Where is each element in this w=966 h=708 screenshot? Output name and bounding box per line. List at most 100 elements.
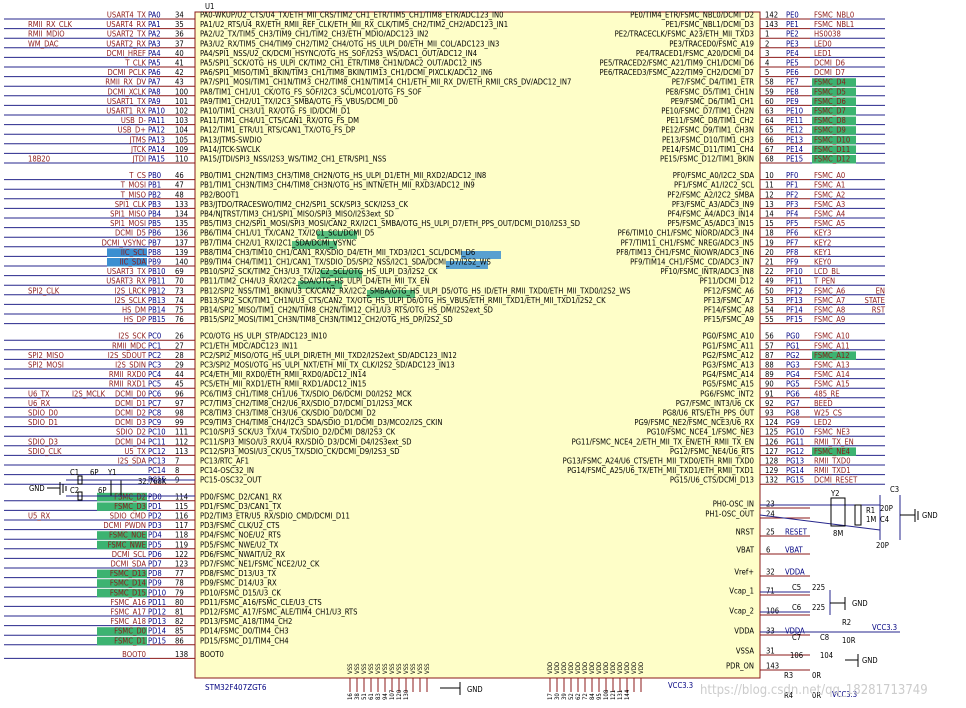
port-label: PC1 — [148, 341, 161, 350]
pin-number: 125 — [765, 428, 778, 437]
net-label: RMII_TXD1 — [814, 466, 851, 475]
vdd-label: VDD — [568, 662, 575, 674]
pin-function: PA4/SPI1_NSS/U2_CK/DCMI_HSYNC/OTG_HS_SOF… — [200, 49, 477, 58]
pin-function: PF9/TIM14_CH1/FSMC_CD/ADC3_IN7 — [630, 258, 754, 267]
port-label: PE13 — [786, 135, 803, 144]
net-label: FSMC_D10 — [814, 135, 850, 144]
port-label: PG11 — [786, 437, 804, 446]
pin-number: 63 — [765, 107, 774, 116]
pin-number: 98 — [175, 409, 184, 418]
pin-number: 105 — [175, 135, 188, 144]
pin-function: PE1/FSMC_NBL1/DCMI_D3 — [665, 20, 754, 29]
net-label: FSMC_NBL1 — [814, 20, 854, 29]
net-label: FSMC_A11 — [814, 341, 850, 350]
port-label: PA2 — [148, 30, 161, 39]
extra-net-label: SDIO_D1 — [28, 418, 58, 427]
port-label: PC0 — [148, 332, 161, 341]
vdd-number: 30 — [554, 693, 561, 700]
vdd-number: 72 — [582, 693, 589, 700]
pin-function: PE3/TRACED0/FSMC_A19 — [669, 39, 754, 48]
c3-label: C3 — [890, 485, 899, 494]
pin-number: 101 — [175, 97, 188, 106]
vdd-number: 144 — [624, 689, 631, 700]
pin-function: PB1/TIM1_CH3N/TIM3_CH4/TIM8_CH3N/OTG_HS_… — [200, 181, 475, 190]
c4-value: 20P — [876, 541, 889, 550]
pin-function: PG1/FSMC_A11 — [702, 341, 754, 350]
port-label: PG12 — [786, 447, 804, 456]
net-label: DCMI_D0 — [115, 389, 146, 398]
net-label: FSMC_D11 — [814, 145, 850, 154]
net-label: DCMI_D3 — [115, 418, 146, 427]
net-label: FSMC_D4 — [814, 78, 846, 87]
pin-number: 56 — [765, 332, 774, 341]
net-label: FSMC_D13 — [110, 569, 146, 578]
port-label: PC12 — [148, 447, 166, 456]
pin-number: 85 — [175, 627, 184, 636]
port-label: PD7 — [148, 560, 162, 569]
pin-function: PC4/ETH_MII_RXD0/ETH_RMII_RXD0/ADC12_IN1… — [200, 370, 366, 379]
port-label: PA3 — [148, 39, 161, 48]
port-label: PA11 — [148, 116, 165, 125]
port-label: PF5 — [786, 219, 798, 228]
extra-net-label: 18B20 — [28, 155, 50, 164]
port-label: PB12 — [148, 286, 166, 295]
port-label: PB4 — [148, 210, 161, 219]
port-label: PA7 — [148, 78, 161, 87]
extra-net-label: RMII_RX_CLK — [28, 20, 73, 29]
pin-function: PF0/FSMC_A0/I2C2_SDA — [673, 171, 755, 180]
vcc-label: VCC3.3 — [872, 623, 897, 632]
pin-number: 44 — [175, 370, 184, 379]
pin-number: 22 — [765, 267, 774, 276]
net-label: FSMC_D3 — [114, 502, 146, 511]
pin-number: 13 — [765, 200, 774, 209]
pin-function: PG3/FSMC_A13 — [702, 361, 754, 370]
net-label: FSMC_NOE — [109, 531, 146, 540]
pin-number: 78 — [175, 579, 184, 588]
net-label: DCMI_VSYNC — [102, 238, 147, 247]
vdd-label: VDD — [561, 662, 568, 674]
port-label: PC10 — [148, 428, 166, 437]
extra-net-label: WM_DAC — [28, 39, 59, 48]
pin-number: 73 — [175, 286, 184, 295]
extra-net-label: SDIO_CLK — [28, 447, 62, 456]
port-label: PG0 — [786, 332, 800, 341]
port-label: PB6 — [148, 229, 161, 238]
port-label: PF12 — [786, 286, 803, 295]
pin-number: 76 — [175, 315, 184, 324]
net-label: DCMI_PWDN — [103, 521, 146, 530]
port-label: PF7 — [786, 238, 798, 247]
pin-function: PD11/FSMC_A16/FSMC_CLE/U3_CTS — [200, 598, 322, 607]
pin-function: PA13/JTMS-SWDIO — [200, 135, 262, 144]
net-label: FSMC_A12 — [814, 351, 850, 360]
pin-number: 93 — [765, 409, 774, 418]
pin-function: PA12/TIM1_ETR/U1_RTS/CAN1_TX/OTG_FS_DP — [200, 126, 355, 135]
power-number: 32 — [766, 568, 775, 577]
port-label: PC8 — [148, 409, 161, 418]
pin-number: 104 — [175, 126, 188, 135]
pin-number: 15 — [765, 219, 774, 228]
vss-label: VSS — [403, 663, 410, 674]
net-label: FSMC_A2 — [814, 190, 845, 199]
net-label: DCMI_PCLK — [107, 68, 146, 77]
extra-net-label: RMII_MDIO — [28, 30, 65, 39]
port-label: PG2 — [786, 351, 800, 360]
net-label: FSMC_D14 — [110, 579, 146, 588]
pin-number: 77 — [175, 569, 184, 578]
net-label: FSMC_D0 — [114, 627, 146, 636]
pin-number: 124 — [765, 418, 778, 427]
net-label: SDIO_CMD — [110, 512, 146, 521]
pin-function: PB4/NJTRST/TIM3_CH1/SPI1_MISO/SPI3_MISO/… — [200, 210, 394, 219]
c4-label: C4 — [880, 515, 889, 524]
net-label: FSMC_A9 — [814, 315, 845, 324]
pin-number: 114 — [175, 492, 188, 501]
watermark: https://blog.csdn.net/qq_18281713749 — [700, 683, 928, 698]
extra-net-label: SPI2_MISO — [28, 351, 64, 360]
net-label: T_CLK — [124, 59, 146, 68]
power-function: Vref+ — [734, 568, 754, 577]
pin-function: PD10/FSMC_D15/U3_CK — [200, 588, 281, 597]
pin-function: PE10/FSMC_D7/TIM1_CH2N — [661, 107, 754, 116]
port-label: PE15 — [786, 155, 803, 164]
net-label: FSMC_D12 — [814, 155, 850, 164]
port-label: PC11 — [148, 437, 166, 446]
pin-function: PA9/TIM1_CH2/U1_TX/I2C3_SMBA/OTG_FS_VBUS… — [200, 97, 398, 106]
